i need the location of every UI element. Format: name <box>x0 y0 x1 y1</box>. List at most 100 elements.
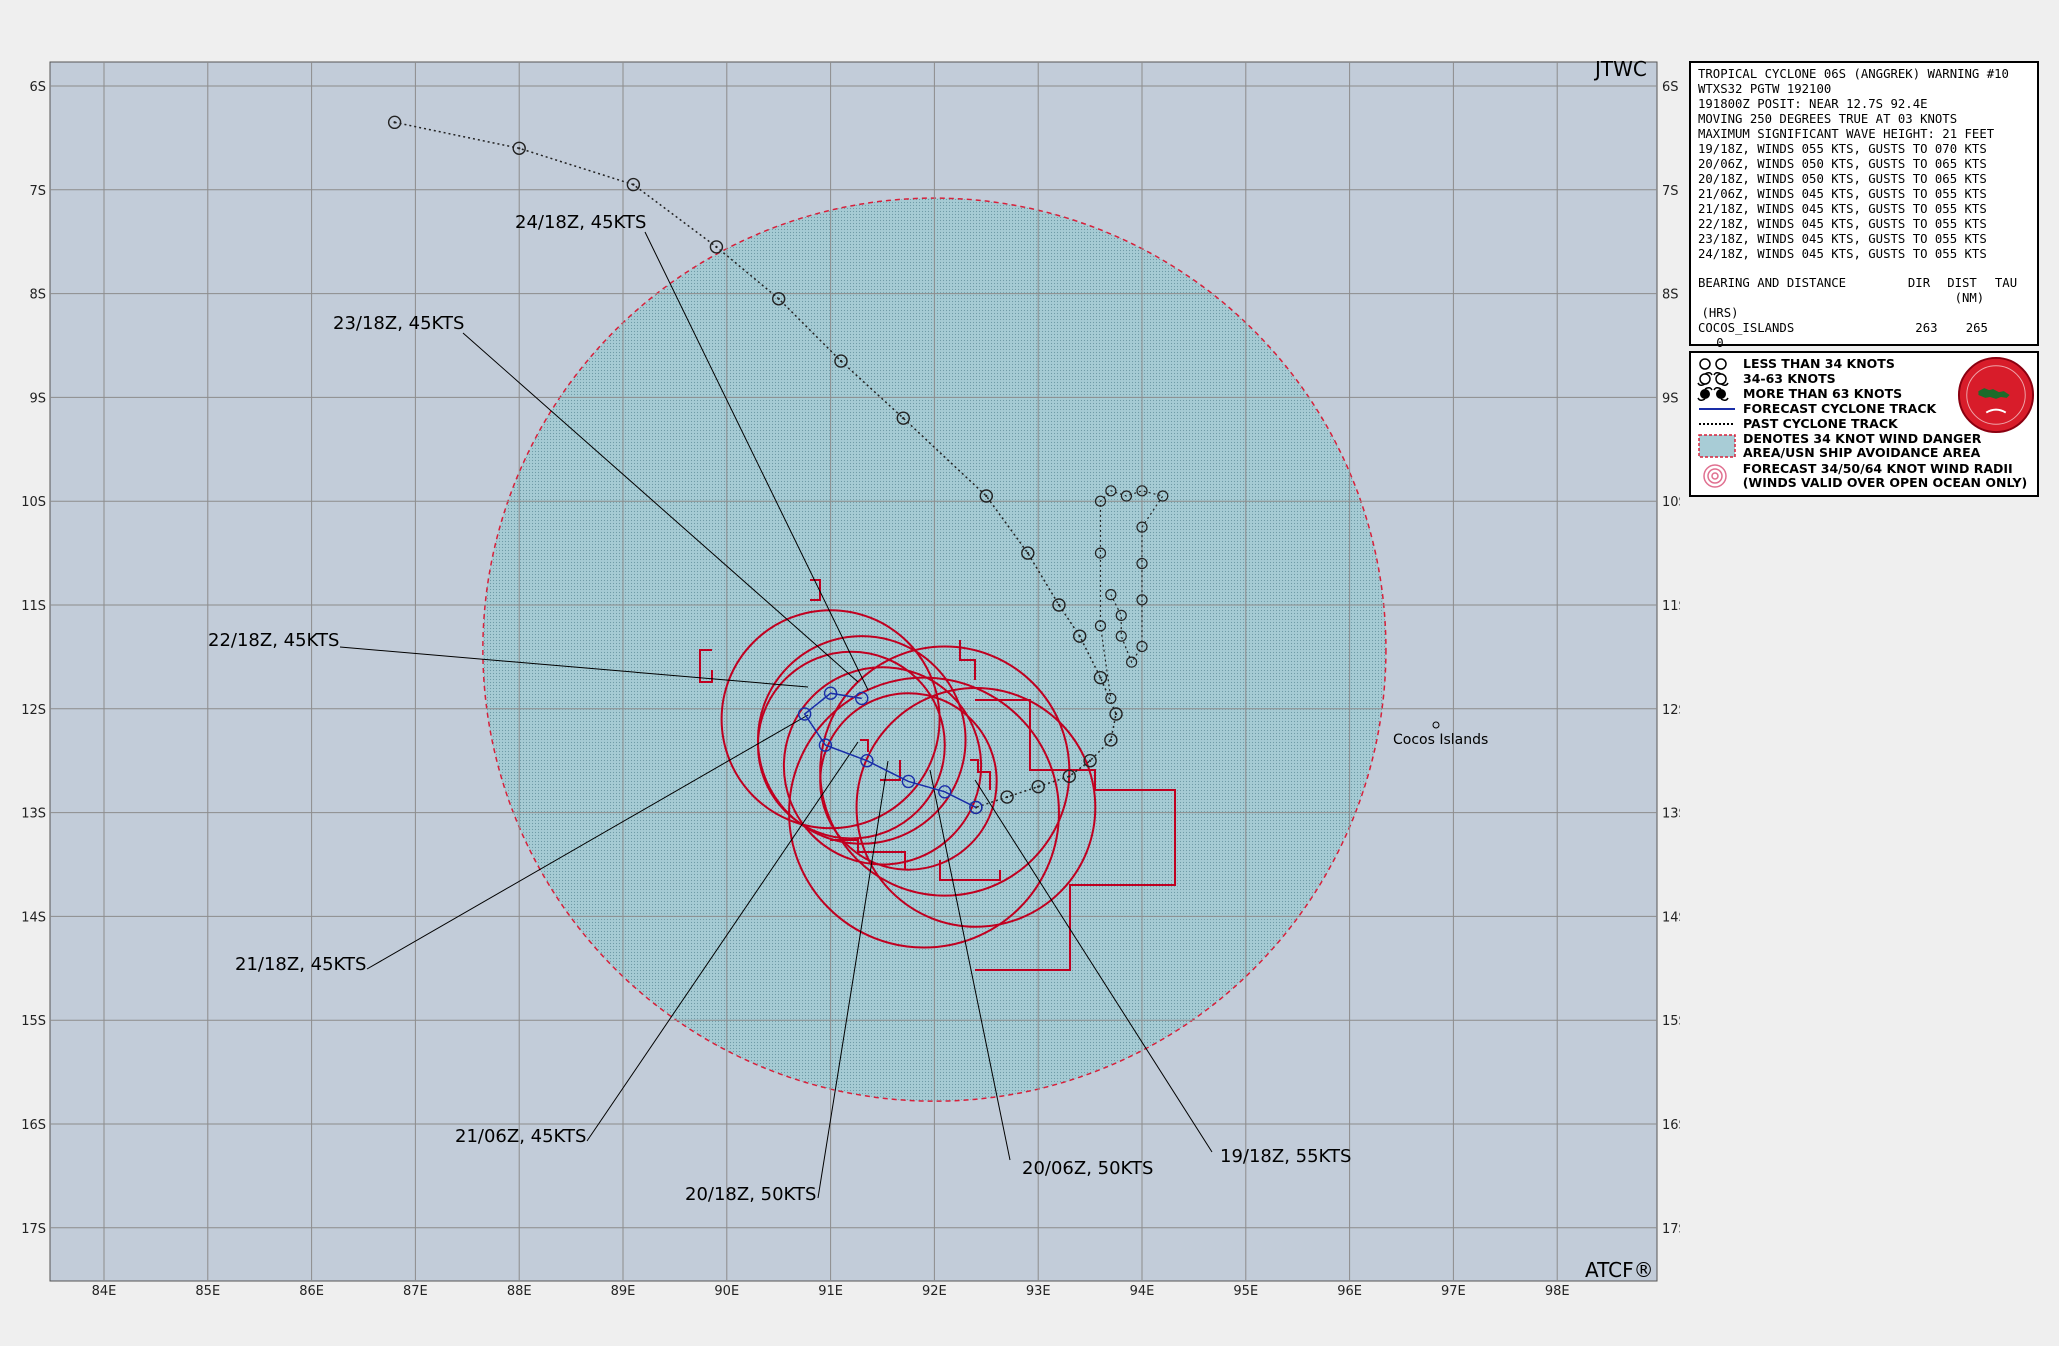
position-dot <box>902 416 905 420</box>
latitude-labels-left: 6S 7S 8S 9S 10S 11S 12S 13S 14S 15S 16S 17S <box>21 80 46 1237</box>
position-dot <box>1005 795 1009 799</box>
latitude-label: 14S <box>21 910 46 925</box>
forecast-line: 22/18Z, WINDS 045 KTS, GUSTS TO 055 KTS <box>1698 217 1987 231</box>
latitude-label: 16S <box>1662 1118 1680 1133</box>
latitude-label: 8S <box>1662 288 1679 303</box>
position-dot <box>839 359 843 363</box>
danger-area-icon <box>1697 434 1743 458</box>
warning-wave-height: MAXIMUM SIGNIFICANT WAVE HEIGHT: 21 FEET <box>1698 127 1995 141</box>
forecast-label: 20/06Z, 50KTS <box>1022 1158 1153 1179</box>
longitude-label: 95E <box>1233 1284 1258 1299</box>
jtwc-logo <box>1957 356 2035 434</box>
latitude-label: 13S <box>21 807 46 822</box>
position-dot <box>1078 634 1081 638</box>
forecast-line: 24/18Z, WINDS 045 KTS, GUSTS TO 055 KTS <box>1698 247 1987 261</box>
latitude-label: 6S <box>29 80 46 95</box>
legend-label: MORE THAN 63 KNOTS <box>1743 385 1903 401</box>
dist-header: DIST <box>1947 276 1977 290</box>
bearing-value-row: COCOS_ISLANDS 263 265 0 <box>1698 321 2030 351</box>
latitude-label: 10S <box>1662 495 1680 510</box>
latitude-label: 9S <box>29 391 46 406</box>
warning-info-box: TROPICAL CYCLONE 06S (ANGGREK) WARNING #… <box>1689 61 2039 350</box>
position-dot <box>1026 551 1030 555</box>
latitude-label: 8S <box>29 288 46 303</box>
longitude-label: 87E <box>403 1284 428 1299</box>
forecast-label: 22/18Z, 45KTS <box>208 630 339 651</box>
warning-title: TROPICAL CYCLONE 06S (ANGGREK) WARNING #… <box>1698 67 2009 81</box>
position-dot <box>1088 759 1092 762</box>
dist-value: 265 <box>1965 321 1988 335</box>
longitude-label: 89E <box>611 1284 636 1299</box>
longitude-label: 94E <box>1130 1284 1155 1299</box>
warning-id: WTXS32 PGTW 192100 <box>1698 82 1832 96</box>
legend-label: DENOTES 34 KNOT WIND DANGER AREA/USN SHI… <box>1743 431 1982 460</box>
cyclone-track-map[interactable]: 84E 85E 86E 87E 88E 89E 90E 91E 92E 93E 94E 95E 96E 9… <box>0 0 1680 1346</box>
forecast-label: 24/18Z, 45KTS <box>515 212 646 233</box>
position-dot <box>777 297 780 300</box>
latitude-label: 17S <box>21 1222 46 1237</box>
longitude-label: 93E <box>1026 1284 1051 1299</box>
warning-movement: MOVING 250 DEGREES TRUE AT 03 KNOTS <box>1698 112 1958 126</box>
bearing-units-row: (NM) (HRS) <box>1698 291 2030 321</box>
latitude-label: 10S <box>21 495 46 510</box>
forecast-track-icon <box>1697 401 1743 416</box>
longitude-label: 85E <box>195 1284 220 1299</box>
latitude-label: 12S <box>1662 703 1680 718</box>
forecast-line: 20/06Z, WINDS 050 KTS, GUSTS TO 065 KTS <box>1698 157 1987 171</box>
latitude-label: 17S <box>1662 1222 1680 1237</box>
longitude-label: 97E <box>1441 1284 1466 1299</box>
bearing-header-row: BEARING AND DISTANCE DIR DIST TAU <box>1698 276 2030 291</box>
position-dot <box>985 494 988 498</box>
position-dot <box>1114 712 1118 716</box>
position-dot <box>1037 785 1040 788</box>
dist-unit: (NM) <box>1954 291 1985 305</box>
longitude-label: 92E <box>922 1284 947 1299</box>
latitude-label: 14S <box>1662 910 1680 925</box>
latitude-label: 13S <box>1662 807 1680 822</box>
longitude-labels: 84E 85E 86E 87E 88E 89E 90E 91E 92E 93E 94E 95E 96E 9… <box>92 1284 1570 1299</box>
forecast-line: 21/06Z, WINDS 045 KTS, GUSTS TO 055 KTS <box>1698 187 1987 201</box>
legend-item: DENOTES 34 KNOT WIND DANGER AREA/USN SHI… <box>1697 431 2031 461</box>
jtwc-label: JTWC <box>1593 57 1647 81</box>
latitude-label: 16S <box>21 1118 46 1133</box>
forecast-line: 19/18Z, WINDS 055 KTS, GUSTS TO 070 KTS <box>1698 142 1987 156</box>
forecast-label: 19/18Z, 55KTS <box>1220 1146 1351 1167</box>
tau-value: 0 <box>1716 336 1724 350</box>
position-dot <box>632 183 635 186</box>
position-dot <box>1057 603 1061 607</box>
forecast-label: 21/18Z, 45KTS <box>235 954 366 975</box>
weak-cyclone-icon <box>1697 356 1743 371</box>
tau-unit: (HRS) <box>1701 306 1739 320</box>
position-dot <box>393 121 396 124</box>
dir-header: DIR <box>1907 276 1931 290</box>
latitude-labels-right: 6S 7S 8S 9S 10S 11S 12S 13S 14S 15S 16S 17S <box>1662 80 1680 1237</box>
latitude-label: 7S <box>1662 184 1679 199</box>
longitude-label: 84E <box>92 1284 117 1299</box>
wind-radii-icon <box>1697 464 1743 488</box>
latitude-label: 12S <box>21 703 46 718</box>
latitude-label: 15S <box>21 1014 46 1029</box>
cocos-islands-label: Cocos Islands <box>1393 732 1488 748</box>
longitude-label: 88E <box>507 1284 532 1299</box>
position-dot <box>1068 775 1071 778</box>
position-dot <box>518 147 521 150</box>
position-dot <box>715 245 718 249</box>
legend-label: PAST CYCLONE TRACK <box>1743 415 1898 431</box>
strong-cyclone-icon <box>1697 386 1743 401</box>
forecast-line: 20/18Z, WINDS 050 KTS, GUSTS TO 065 KTS <box>1698 172 1987 186</box>
legend-label: FORECAST CYCLONE TRACK <box>1743 400 1937 416</box>
atcf-label: ATCF® <box>1585 1258 1654 1282</box>
forecast-label: 20/18Z, 50KTS <box>685 1184 816 1205</box>
forecast-line: 23/18Z, WINDS 045 KTS, GUSTS TO 055 KTS <box>1698 232 1987 246</box>
longitude-label: 98E <box>1545 1284 1570 1299</box>
bearing-header: BEARING AND DISTANCE <box>1698 276 1847 290</box>
longitude-label: 91E <box>818 1284 843 1299</box>
position-dot <box>1099 676 1102 679</box>
legend-label: FORECAST 34/50/64 KNOT WIND RADII (WINDS… <box>1742 461 2028 490</box>
warning-position: 191800Z POSIT: NEAR 12.7S 92.4E <box>1698 97 1928 111</box>
forecast-label: 21/06Z, 45KTS <box>455 1126 586 1147</box>
forecast-line: 21/18Z, WINDS 045 KTS, GUSTS TO 055 KTS <box>1698 202 1987 216</box>
legend-label: 34-63 KNOTS <box>1743 370 1836 386</box>
latitude-label: 9S <box>1662 391 1679 406</box>
longitude-label: 90E <box>714 1284 739 1299</box>
